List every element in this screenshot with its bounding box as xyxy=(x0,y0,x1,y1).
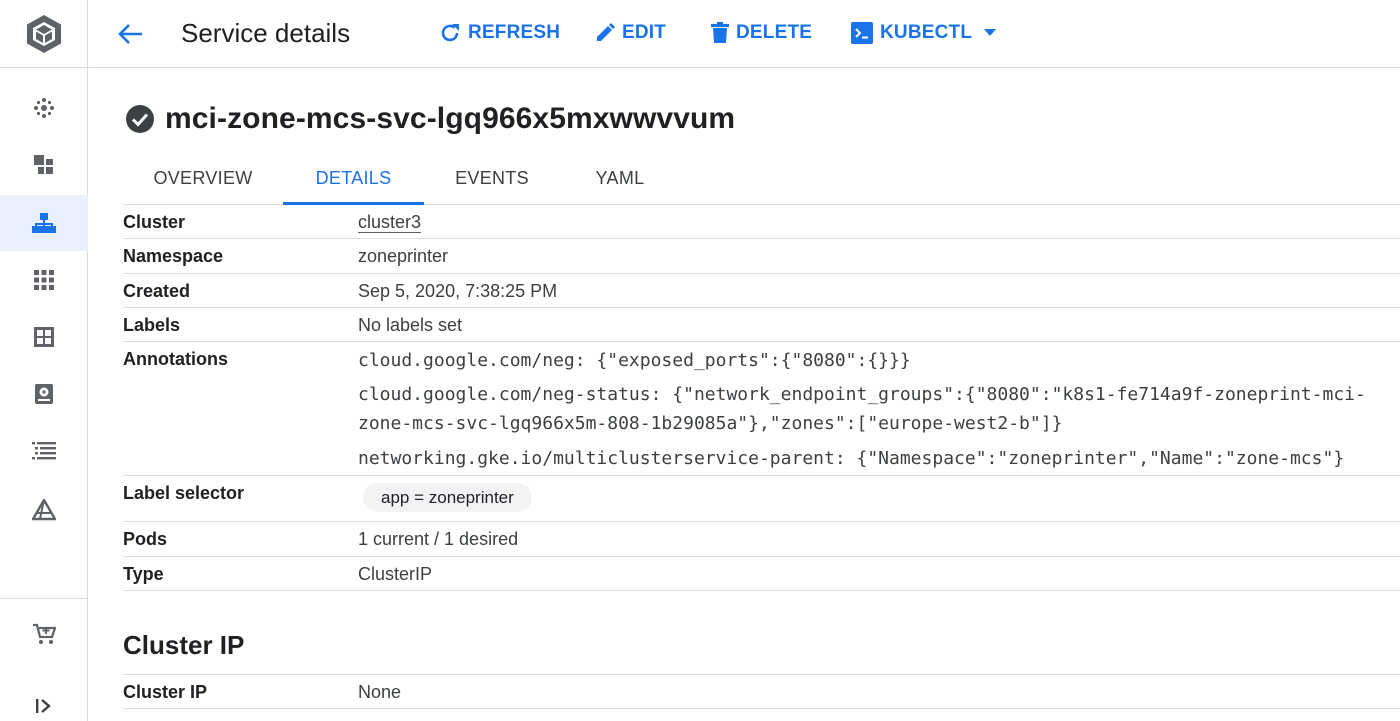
rail-divider xyxy=(0,598,88,599)
migrate-icon xyxy=(32,499,56,521)
cluster-ip-value: None xyxy=(358,682,402,702)
annotation-line: cloud.google.com/neg: {"exposed_ports":{… xyxy=(358,350,911,371)
created-label: Created xyxy=(123,281,191,301)
label-selector-chip: app = zoneprinter xyxy=(363,483,532,512)
page-header: Service details REFRESH EDIT DELETE KUBE… xyxy=(89,0,1400,68)
applications-icon xyxy=(34,270,54,290)
nav-clusters[interactable] xyxy=(0,80,88,136)
pods-value: 1 current / 1 desired xyxy=(358,529,519,549)
annotation-line: zone-mcs-svc-lgq966x5m-808-1b29085a"},"z… xyxy=(358,413,1063,434)
refresh-icon xyxy=(441,24,459,42)
services-ingress-icon xyxy=(32,213,56,233)
cluster-label: Cluster xyxy=(123,212,186,232)
back-button[interactable] xyxy=(115,19,145,49)
edit-button[interactable]: EDIT xyxy=(595,18,666,48)
nav-object-browser[interactable] xyxy=(0,423,88,479)
trash-icon xyxy=(711,22,729,43)
back-arrow-icon xyxy=(118,24,142,44)
nav-marketplace[interactable] xyxy=(0,606,88,662)
edit-label: EDIT xyxy=(622,22,667,43)
details-row-annotations: Annotations cloud.google.com/neg: {"expo… xyxy=(123,342,1400,476)
details-row-created: Created Sep 5, 2020, 7:38:25 PM xyxy=(123,274,1400,308)
details-row-label-selector: Label selector app = zoneprinter xyxy=(123,476,1400,522)
marketplace-icon xyxy=(33,623,56,644)
main-content: mci-zone-mcs-svc-lgq966x5mxwwvvum OVERVI… xyxy=(89,69,1400,721)
label-selector-label: Label selector xyxy=(123,483,245,503)
kubectl-menu-button[interactable]: KUBECTL xyxy=(851,18,1003,48)
namespace-value: zoneprinter xyxy=(358,246,449,266)
nav-configuration[interactable] xyxy=(0,309,88,365)
pods-label: Pods xyxy=(123,529,168,549)
object-browser-icon xyxy=(32,442,56,460)
details-row-type: Type ClusterIP xyxy=(123,557,1400,591)
expand-rail-button[interactable] xyxy=(0,678,88,721)
left-nav-rail xyxy=(0,0,88,721)
details-row-labels: Labels No labels set xyxy=(123,308,1400,342)
annotation-line: networking.gke.io/multiclusterservice-pa… xyxy=(358,448,1345,469)
details-row-pods: Pods 1 current / 1 desired xyxy=(123,522,1400,557)
tab-overview[interactable]: OVERVIEW xyxy=(123,155,283,205)
kubectl-label: KUBECTL xyxy=(880,22,973,43)
refresh-button[interactable]: REFRESH xyxy=(439,18,560,48)
cluster-ip-section-title: Cluster IP xyxy=(123,630,245,660)
cluster-ip-label: Cluster IP xyxy=(123,682,208,702)
page-title: Service details xyxy=(181,18,351,48)
service-name: mci-zone-mcs-svc-lgq966x5mxwwvvum xyxy=(165,102,736,135)
nav-services-ingress[interactable] xyxy=(0,195,88,251)
details-row-cluster-ip: Cluster IP None xyxy=(123,674,1400,709)
terminal-icon xyxy=(851,22,873,44)
tab-events[interactable]: EVENTS xyxy=(424,155,560,205)
expand-icon xyxy=(36,699,51,713)
annotation-line: cloud.google.com/neg-status: {"network_e… xyxy=(358,384,1366,405)
details-row-namespace: Namespace zoneprinter xyxy=(123,239,1400,274)
nav-applications[interactable] xyxy=(0,252,88,308)
type-value: ClusterIP xyxy=(358,564,433,584)
labels-value: No labels set xyxy=(358,315,463,335)
configuration-icon xyxy=(34,327,54,347)
tab-yaml[interactable]: YAML xyxy=(560,155,680,205)
clusters-icon xyxy=(34,98,54,118)
created-value: Sep 5, 2020, 7:38:25 PM xyxy=(358,281,558,301)
namespace-label: Namespace xyxy=(123,246,224,266)
storage-icon xyxy=(35,384,53,404)
nav-storage[interactable] xyxy=(0,366,88,422)
nav-migrate[interactable] xyxy=(0,482,88,538)
service-heading: mci-zone-mcs-svc-lgq966x5mxwwvvum xyxy=(125,102,735,136)
delete-label: DELETE xyxy=(736,22,813,43)
details-row-cluster: Cluster cluster3 xyxy=(123,205,1400,239)
tab-details[interactable]: DETAILS xyxy=(283,155,424,205)
dropdown-arrow-icon xyxy=(984,29,997,36)
cluster-link[interactable]: cluster3 xyxy=(358,212,421,233)
workloads-icon xyxy=(34,155,53,174)
edit-pencil-icon xyxy=(597,23,615,41)
tab-bar: OVERVIEW DETAILS EVENTS YAML xyxy=(123,155,1400,205)
type-label: Type xyxy=(123,564,164,584)
annotations-label: Annotations xyxy=(123,349,228,369)
delete-button[interactable]: DELETE xyxy=(711,18,812,48)
nav-workloads[interactable] xyxy=(0,137,88,193)
check-circle-icon xyxy=(126,105,154,133)
gke-logo-icon[interactable] xyxy=(0,0,88,68)
refresh-label: REFRESH xyxy=(468,22,561,43)
labels-label: Labels xyxy=(123,315,181,335)
